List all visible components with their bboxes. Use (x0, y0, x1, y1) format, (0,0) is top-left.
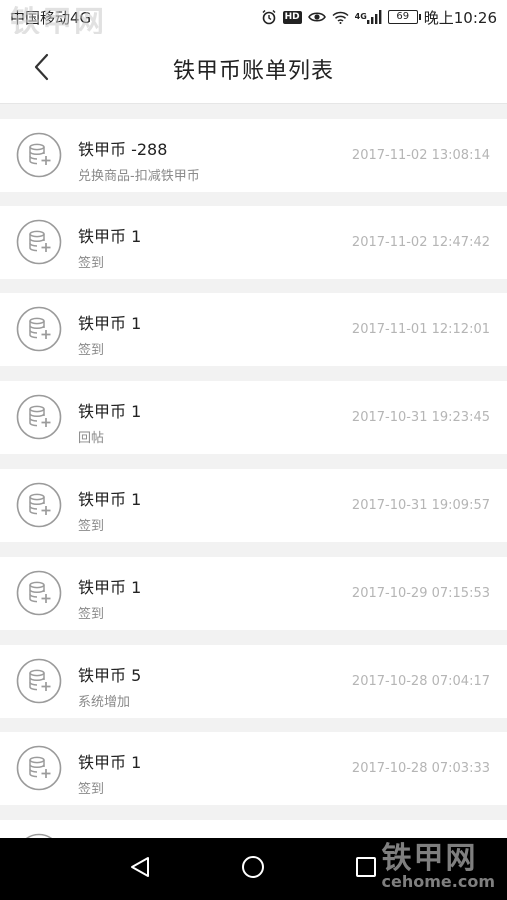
record-amount: 铁甲币 1 (78, 578, 142, 597)
list-item[interactable]: 铁甲币 -288 兑换商品-扣减铁甲币 2017-11-02 13:08:14 (0, 119, 507, 192)
coin-stack-plus-icon (16, 394, 62, 440)
record-amount: 铁甲币 1 (78, 753, 142, 772)
list-item[interactable]: 铁甲币 1 签到 2017-10-29 07:15:53 (0, 557, 507, 630)
back-button[interactable] (24, 50, 58, 88)
list-item[interactable] (0, 820, 507, 838)
record-timestamp: 2017-10-28 07:03:33 (351, 761, 490, 776)
record-timestamp: 2017-10-28 07:04:17 (351, 674, 490, 689)
chevron-left-icon (32, 52, 50, 86)
battery-icon: 69 (387, 10, 421, 24)
list-item[interactable]: 铁甲币 1 签到 2017-11-02 12:47:42 (0, 206, 507, 279)
eye-icon (307, 11, 326, 23)
list-item[interactable]: 铁甲币 1 签到 2017-10-28 07:03:33 (0, 732, 507, 805)
clock-label: 晚上10:26 (423, 8, 497, 27)
record-description: 签到 (78, 256, 105, 271)
list-item[interactable]: 铁甲币 5 系统增加 2017-10-28 07:04:17 (0, 645, 507, 718)
record-timestamp: 2017-11-02 12:47:42 (351, 235, 490, 250)
record-description: 兑换商品-扣减铁甲币 (78, 169, 200, 184)
list-item[interactable]: 铁甲币 1 回帖 2017-10-31 19:23:45 (0, 381, 507, 454)
record-description: 签到 (78, 519, 105, 534)
record-amount: 铁甲币 -288 (78, 140, 168, 159)
record-amount: 铁甲币 1 (78, 402, 142, 421)
alarm-icon (261, 9, 277, 25)
system-recents-button[interactable] (353, 856, 379, 882)
record-amount: 铁甲币 1 (78, 490, 142, 509)
triangle-back-icon (128, 855, 152, 883)
record-description: 签到 (78, 343, 105, 358)
coin-stack-plus-icon (16, 745, 62, 791)
square-recents-icon (355, 856, 377, 882)
coin-stack-plus-icon (16, 132, 62, 178)
system-navigation-bar (0, 838, 507, 900)
coin-stack-plus-icon (16, 306, 62, 352)
record-amount: 铁甲币 1 (78, 227, 142, 246)
system-back-button[interactable] (127, 856, 153, 882)
record-description: 回帖 (78, 431, 105, 446)
coin-stack-plus-icon (16, 658, 62, 704)
record-amount: 铁甲币 1 (78, 314, 142, 333)
carrier-label: 中国移动4G (10, 8, 92, 27)
record-amount: 铁甲币 5 (78, 666, 142, 685)
hd-icon: HD (282, 10, 302, 24)
list-item[interactable]: 铁甲币 1 签到 2017-10-31 19:09:57 (0, 469, 507, 542)
coin-stack-plus-icon (16, 219, 62, 265)
status-bar: 中国移动4G HD 4G 69 晚上10:26 (0, 0, 507, 34)
record-timestamp: 2017-10-31 19:09:57 (351, 498, 490, 513)
coin-stack-plus-icon (16, 570, 62, 616)
record-description: 系统增加 (78, 695, 131, 710)
list-item[interactable]: 铁甲币 1 签到 2017-11-01 12:12:01 (0, 293, 507, 366)
record-timestamp: 2017-10-29 07:15:53 (351, 586, 490, 601)
wifi-icon (332, 11, 349, 24)
coin-stack-plus-icon (16, 482, 62, 528)
circle-home-icon (241, 855, 265, 883)
record-timestamp: 2017-11-02 13:08:14 (351, 148, 490, 163)
header-bar: 铁甲币账单列表 (0, 34, 507, 104)
record-description: 签到 (78, 782, 105, 797)
record-timestamp: 2017-11-01 12:12:01 (351, 322, 490, 337)
status-icons: HD 4G 69 晚上10:26 (261, 7, 497, 28)
network-type-label: 4G (354, 12, 367, 21)
cellular-signal-icon: 4G (355, 10, 382, 24)
system-home-button[interactable] (240, 856, 266, 882)
record-timestamp: 2017-10-31 19:23:45 (351, 410, 490, 425)
record-description: 签到 (78, 607, 105, 622)
page-title: 铁甲币账单列表 (172, 58, 334, 84)
transaction-list[interactable]: 铁甲币 -288 兑换商品-扣减铁甲币 2017-11-02 13:08:14 … (0, 104, 507, 838)
